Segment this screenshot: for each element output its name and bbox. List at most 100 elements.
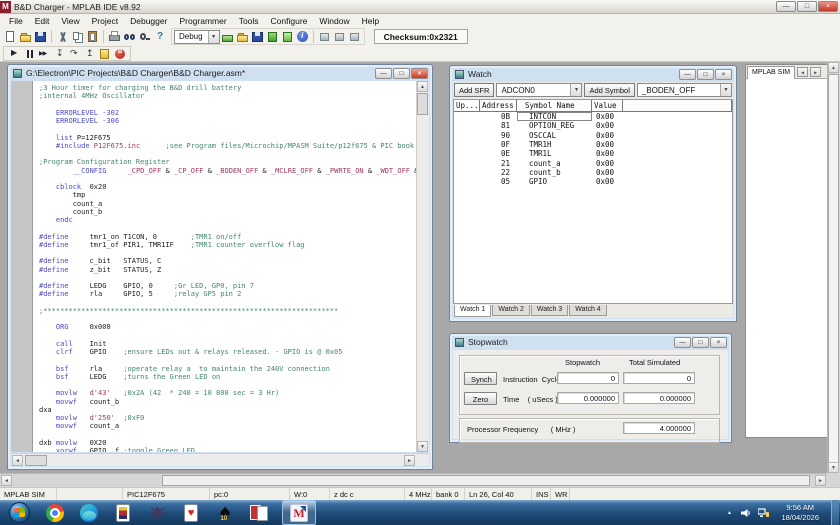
watch-tab-watch-2[interactable]: Watch 2	[492, 305, 530, 316]
zero-button[interactable]: Zero	[464, 392, 497, 405]
code-line[interactable]: dxa	[39, 406, 416, 414]
output-tab-mplab-sim[interactable]: MPLAB SIM	[747, 65, 796, 79]
print-icon[interactable]	[108, 30, 121, 44]
code-line[interactable]: tmp	[39, 191, 416, 199]
show-desktop-button[interactable]	[831, 500, 839, 525]
menu-edit[interactable]: Edit	[29, 16, 56, 26]
code-line[interactable]: bsf LEDG ;turns the Green LED on	[39, 373, 416, 381]
build-icon[interactable]	[266, 30, 279, 44]
watch-cell[interactable]	[623, 168, 732, 177]
add-sfr-button[interactable]: Add SFR	[454, 83, 495, 97]
scrollbar-thumb[interactable]	[162, 475, 810, 486]
column-header-symbol[interactable]: Symbol Name	[517, 100, 592, 111]
code-line[interactable]	[39, 332, 416, 340]
open-project-icon[interactable]	[236, 30, 249, 44]
symbol-combobox[interactable]: _BODEN_OFF ▼	[636, 83, 732, 97]
editor-close-button[interactable]: ×	[411, 67, 428, 79]
editor-maximize-button[interactable]: □	[393, 67, 410, 79]
menu-view[interactable]: View	[55, 16, 85, 26]
code-line[interactable]	[39, 356, 416, 364]
menu-project[interactable]: Project	[86, 16, 124, 26]
code-line[interactable]: ERRORLEVEL -306	[39, 117, 416, 125]
watch-cell[interactable]: 21	[480, 158, 517, 168]
watch-cell[interactable]: 0B	[480, 112, 517, 121]
watch-maximize-button[interactable]: □	[697, 68, 714, 80]
code-line[interactable]: call Init	[39, 340, 416, 348]
synch-button[interactable]: Synch	[464, 372, 497, 385]
scroll-up-icon[interactable]: ▲	[828, 62, 839, 73]
scrollbar-thumb[interactable]	[417, 93, 428, 115]
watch-cell[interactable]: 90	[480, 131, 517, 140]
watch-cell[interactable]: OPTION_REG	[517, 121, 592, 130]
code-line[interactable]: movwf count_b	[39, 398, 416, 406]
watch-tab-watch-1[interactable]: Watch 1	[454, 305, 492, 317]
column-header-update[interactable]: Up...	[454, 100, 480, 111]
code-line[interactable]: ORG 0x000	[39, 323, 416, 331]
watch-cell[interactable]: OSCCAL	[517, 131, 592, 140]
code-line[interactable]	[39, 315, 416, 323]
code-line[interactable]: #define tmr1_of PIR1, TMR1IF ;TMR1 count…	[39, 241, 416, 249]
code-line[interactable]: ;***************************************…	[39, 307, 416, 315]
code-line[interactable]	[39, 125, 416, 133]
watch-row[interactable]: 0B INTCON 0x00	[454, 112, 732, 122]
cut-icon[interactable]	[56, 30, 69, 44]
code-line[interactable]: count_b	[39, 208, 416, 216]
tab-scroll-left-icon[interactable]: ◄	[797, 67, 809, 77]
read-target-icon[interactable]	[333, 30, 346, 44]
output-content[interactable]	[746, 79, 827, 437]
watch-row[interactable]: 81 OPTION_REG 0x00	[454, 121, 732, 130]
code-line[interactable]: ;3 Hour timer for charging the B&D drill…	[39, 84, 416, 92]
watch-minimize-button[interactable]: —	[679, 68, 696, 80]
watch-cell[interactable]	[623, 131, 732, 140]
code-line[interactable]: count_a	[39, 200, 416, 208]
watch-cell[interactable]	[454, 112, 480, 121]
taskbar-chrome-icon[interactable]	[38, 500, 72, 525]
code-line[interactable]	[39, 299, 416, 307]
menu-configure[interactable]: Configure	[265, 16, 314, 26]
watch-cell[interactable]: 0x00	[592, 121, 623, 130]
watch-tab-watch-4[interactable]: Watch 4	[569, 305, 607, 316]
scrollbar-thumb[interactable]	[828, 74, 839, 464]
watch-cell[interactable]	[454, 168, 480, 177]
code-line[interactable]	[39, 175, 416, 183]
code-line[interactable]	[39, 249, 416, 257]
verify-icon[interactable]	[348, 30, 361, 44]
watch-cell[interactable]: 0x00	[592, 158, 623, 168]
new-file-icon[interactable]	[4, 30, 17, 44]
taskbar-edge-icon[interactable]	[72, 500, 106, 525]
code-line[interactable]: list P=12F675	[39, 134, 416, 142]
watch-cell[interactable]: 22	[480, 168, 517, 177]
watch-titlebar[interactable]: Watch — □ ×	[450, 66, 736, 81]
code-line[interactable]: endc	[39, 216, 416, 224]
make-icon[interactable]	[281, 30, 294, 44]
code-line[interactable]: #define rla GPIO, 5 ;relay GP5 pin 2	[39, 290, 416, 298]
watch-cell[interactable]: 0F	[480, 140, 517, 149]
editor-titlebar[interactable]: G:\Electron\PIC Projects\B&D Charger\B&D…	[8, 65, 432, 80]
code-area[interactable]: ;3 Hour timer for charging the B&D drill…	[33, 81, 416, 452]
breakpoints-icon[interactable]	[113, 47, 126, 61]
code-line[interactable]: #define LEDG GPIO, 0 ;Gr LED, GP0, pin 7	[39, 282, 416, 290]
watch-cell[interactable]	[454, 140, 480, 149]
watch-cell[interactable]	[454, 149, 480, 158]
debug-mode-combobox[interactable]: Debug ▼	[174, 29, 220, 44]
watch-cell[interactable]	[454, 121, 480, 130]
watch-cell[interactable]: GPIO	[517, 177, 592, 186]
taskbar-clock[interactable]: 9:56 AM 18/04/2026	[774, 503, 826, 522]
code-line[interactable]	[39, 224, 416, 232]
find-icon[interactable]	[123, 30, 136, 44]
app-close-button[interactable]: ×	[818, 1, 838, 12]
hidden-icons-chevron-icon[interactable]: ▲	[723, 506, 735, 520]
watch-cell[interactable]	[623, 158, 732, 167]
help-icon[interactable]	[153, 30, 166, 44]
save-file-icon[interactable]	[34, 30, 47, 44]
watch-row[interactable]: 21 count_a 0x00	[454, 158, 732, 168]
editor-minimize-button[interactable]: —	[375, 67, 392, 79]
menu-file[interactable]: File	[3, 16, 29, 26]
new-project-icon[interactable]	[221, 30, 234, 44]
watch-cell[interactable]	[454, 158, 480, 167]
code-line[interactable]: ;Program Configuration Register	[39, 158, 416, 166]
watch-cell[interactable]	[623, 121, 732, 130]
watch-cell[interactable]: 0x00	[592, 131, 623, 140]
code-line[interactable]: clrf GPIO ;ensure LEDs out & relays rele…	[39, 348, 416, 356]
watch-cell[interactable]: count_a	[517, 158, 592, 168]
